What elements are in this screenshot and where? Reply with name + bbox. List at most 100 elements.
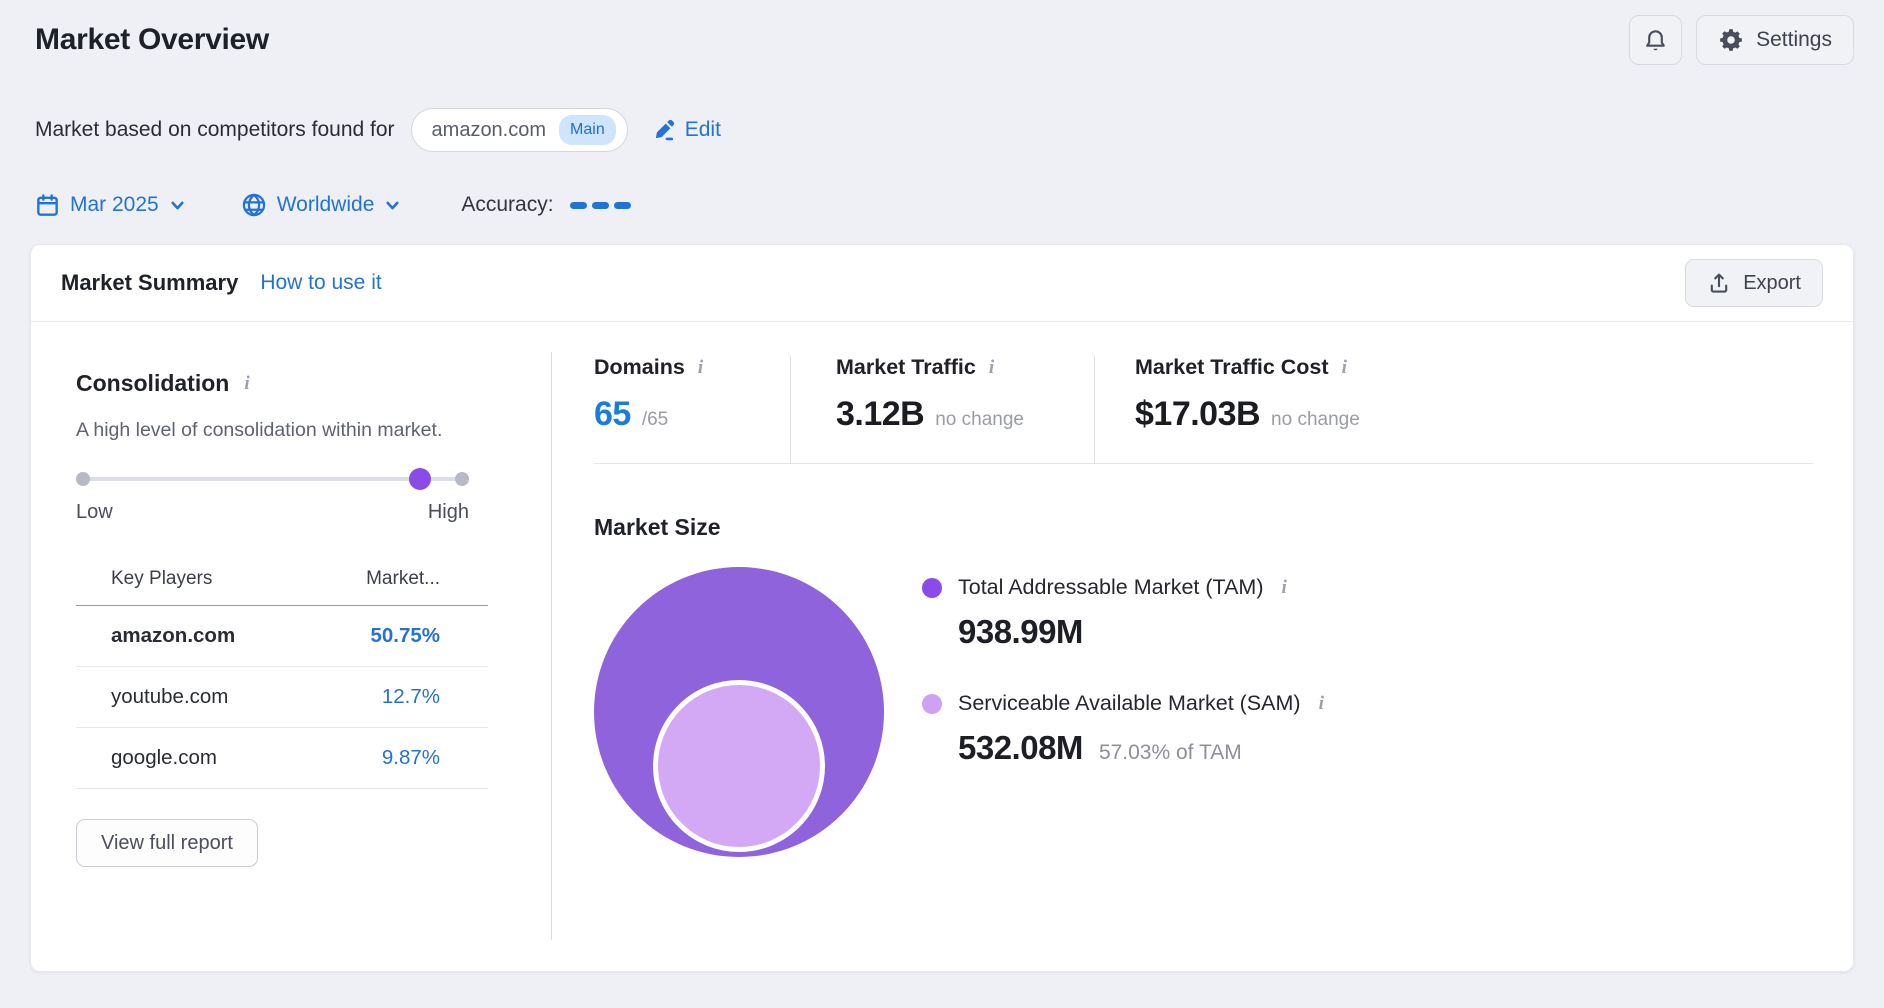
legend-value-row: 938.99M: [958, 613, 1326, 651]
header-actions: Settings: [1629, 15, 1854, 65]
stat-value: $17.03B: [1135, 395, 1260, 434]
stat-suffix: /65: [642, 409, 668, 431]
page-header: Market Overview Settings: [30, 14, 1854, 66]
market-overview-page: Market Overview Settings Market based on…: [0, 0, 1884, 972]
stat-value: 3.12B: [836, 395, 924, 434]
market-based-text: Market based on competitors found for: [35, 118, 395, 142]
gear-icon: [1718, 27, 1744, 53]
key-player-domain[interactable]: youtube.com: [76, 667, 309, 728]
stats-row: Domains i 65 /65 Market Traffic i: [594, 322, 1813, 464]
sam-value: 532.08M: [958, 729, 1083, 767]
stat-label: Domains: [594, 355, 685, 380]
bell-icon: [1642, 27, 1669, 54]
export-label: Export: [1743, 272, 1801, 295]
card-title: Market Summary: [61, 270, 238, 296]
export-button[interactable]: Export: [1685, 259, 1823, 307]
view-full-report-button[interactable]: View full report: [76, 819, 258, 867]
market-based-row: Market based on competitors found for am…: [30, 108, 1854, 152]
column-divider: [551, 352, 552, 940]
key-player-share: 9.87%: [309, 728, 488, 789]
sam-bubble[interactable]: [653, 680, 825, 852]
legend-label-row: Total Addressable Market (TAM) i: [922, 575, 1326, 600]
date-filter-value: Mar 2025: [70, 193, 159, 217]
legend-item-tam: Total Addressable Market (TAM) i 938.99M: [922, 575, 1326, 651]
globe-icon: [241, 192, 267, 218]
chevron-down-icon: [384, 197, 401, 214]
stat-label-row: Market Traffic i: [836, 355, 1094, 380]
accuracy-dash: [570, 202, 587, 209]
accuracy-dash: [614, 202, 631, 209]
col-market-share[interactable]: Market...: [309, 568, 488, 606]
table-header-row: Key Players Market...: [76, 568, 488, 606]
edit-market-link[interactable]: Edit: [652, 118, 721, 142]
bubble-chart: [594, 567, 884, 857]
slider-labels: Low High: [76, 501, 469, 524]
stat-label-row: Market Traffic Cost i: [1135, 355, 1360, 380]
key-players-table: Key Players Market... amazon.com 50.75% …: [76, 568, 488, 789]
key-player-share: 12.7%: [309, 667, 488, 728]
market-size-title: Market Size: [594, 514, 1813, 541]
stat-label-row: Domains i: [594, 355, 790, 380]
slider-track: [80, 477, 465, 481]
stat-suffix: no change: [1271, 409, 1360, 431]
sam-label: Serviceable Available Market (SAM): [958, 691, 1301, 716]
market-summary-card: Market Summary How to use it Export Cons…: [30, 244, 1854, 972]
sam-dot-icon: [922, 694, 942, 714]
consolidation-slider: [76, 467, 469, 491]
key-player-domain[interactable]: google.com: [76, 728, 309, 789]
key-player-share: 50.75%: [309, 606, 488, 667]
page-title: Market Overview: [30, 23, 269, 57]
tam-dot-icon: [922, 578, 942, 598]
stat-value-row: 65 /65: [594, 395, 790, 434]
location-filter[interactable]: Worldwide: [241, 192, 402, 218]
card-body: Consolidation i A high level of consolid…: [31, 322, 1853, 972]
slider-end-low: [76, 472, 90, 486]
tam-label: Total Addressable Market (TAM): [958, 575, 1263, 600]
chevron-down-icon: [169, 197, 186, 214]
info-icon[interactable]: i: [1317, 693, 1326, 715]
pencil-icon: [652, 118, 676, 142]
accuracy-label: Accuracy:: [461, 193, 553, 217]
info-icon[interactable]: i: [1340, 357, 1349, 379]
how-to-use-link[interactable]: How to use it: [260, 271, 381, 295]
stat-market-traffic-cost: Market Traffic Cost i $17.03B no change: [1094, 355, 1360, 463]
chart-legend: Total Addressable Market (TAM) i 938.99M…: [922, 567, 1326, 857]
slider-label-high: High: [428, 501, 469, 524]
accuracy-meter[interactable]: [570, 202, 631, 209]
market-stats-panel: Domains i 65 /65 Market Traffic i: [551, 322, 1853, 972]
seed-domain: amazon.com: [432, 119, 547, 142]
sam-percent-of-tam: 57.03% of TAM: [1099, 741, 1242, 765]
info-icon[interactable]: i: [1279, 577, 1288, 599]
seed-domain-pill[interactable]: amazon.com Main: [411, 108, 628, 152]
key-player-domain[interactable]: amazon.com: [76, 606, 309, 667]
export-icon: [1707, 271, 1731, 295]
consolidation-title-row: Consolidation i: [76, 370, 551, 397]
table-row: google.com 9.87%: [76, 728, 488, 789]
notifications-button[interactable]: [1629, 15, 1682, 65]
location-filter-value: Worldwide: [277, 193, 375, 217]
edit-label: Edit: [685, 118, 721, 142]
settings-button[interactable]: Settings: [1696, 15, 1854, 65]
market-size-chart: Total Addressable Market (TAM) i 938.99M…: [594, 567, 1813, 857]
info-icon[interactable]: i: [696, 357, 705, 379]
slider-label-low: Low: [76, 501, 113, 524]
tam-value: 938.99M: [958, 613, 1083, 651]
accuracy-indicator: Accuracy:: [461, 193, 630, 217]
calendar-icon: [35, 193, 60, 218]
stat-value-row: 3.12B no change: [836, 395, 1094, 434]
legend-label-row: Serviceable Available Market (SAM) i: [922, 691, 1326, 716]
table-row: amazon.com 50.75%: [76, 606, 488, 667]
consolidation-panel: Consolidation i A high level of consolid…: [31, 322, 551, 972]
slider-end-high: [455, 472, 469, 486]
stat-value[interactable]: 65: [594, 395, 631, 434]
info-icon[interactable]: i: [242, 373, 251, 395]
settings-label: Settings: [1756, 28, 1832, 52]
table-row: youtube.com 12.7%: [76, 667, 488, 728]
stat-value-row: $17.03B no change: [1135, 395, 1360, 434]
legend-item-sam: Serviceable Available Market (SAM) i 532…: [922, 691, 1326, 767]
stat-suffix: no change: [935, 409, 1024, 431]
date-filter[interactable]: Mar 2025: [35, 193, 186, 218]
stat-market-traffic: Market Traffic i 3.12B no change: [790, 355, 1094, 463]
stat-label: Market Traffic Cost: [1135, 355, 1329, 380]
info-icon[interactable]: i: [987, 357, 996, 379]
